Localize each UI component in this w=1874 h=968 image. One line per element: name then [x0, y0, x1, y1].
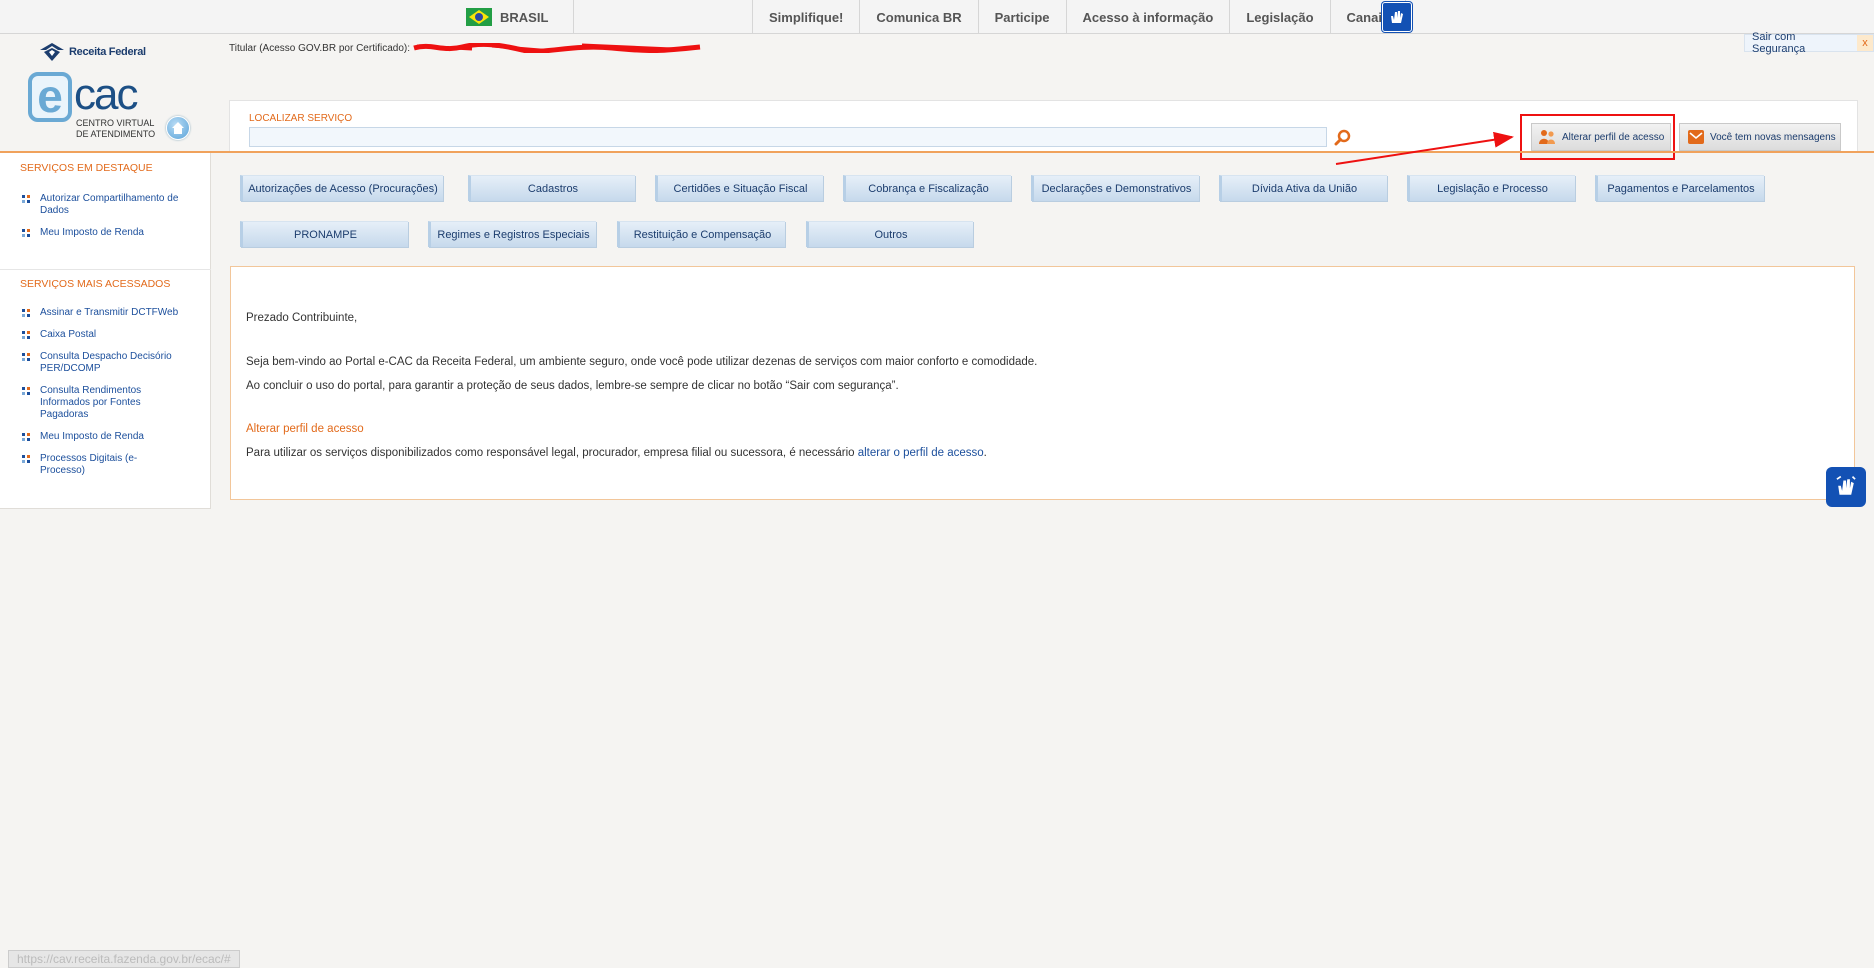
brazil-flag-icon	[466, 8, 492, 26]
sair-label: Sair com Segurança	[1752, 31, 1806, 55]
header-divider	[0, 151, 1874, 153]
sidebar-item-label: Meu Imposto de Renda	[40, 227, 144, 238]
sidebar-item-label: Consulta Despacho Decisório PER/DCOMP	[40, 351, 172, 374]
envelope-icon	[1688, 130, 1704, 144]
gov-link-participe[interactable]: Participe	[979, 0, 1067, 34]
novas-mensagens-label: Você tem novas mensagens	[1710, 131, 1836, 143]
sidebar-divider	[0, 269, 211, 270]
gov-links: Simplifique! Comunica BR Participe Acess…	[752, 0, 1407, 34]
brasil-link[interactable]: BRASIL	[466, 0, 574, 34]
receita-federal-logo[interactable]: Receita Federal	[38, 42, 146, 62]
close-icon[interactable]: x	[1857, 35, 1873, 51]
welcome-paragraph-2: Ao concluir o uso do portal, para garant…	[246, 380, 899, 392]
servicos-acessados-list: Assinar e Transmitir DCTFWeb Caixa Posta…	[22, 307, 182, 487]
annotation-highlight-box	[1520, 114, 1675, 160]
gov-link-acesso-informacao[interactable]: Acesso à informação	[1067, 0, 1231, 34]
tab-outros[interactable]: Outros	[806, 221, 973, 247]
tab-certidoes[interactable]: Certidões e Situação Fiscal	[655, 175, 823, 201]
service-bullet-icon	[22, 309, 30, 317]
sair-com-seguranca-button[interactable]: Sair com Segurança x	[1744, 31, 1874, 55]
sidebar-item-meu-imposto-de-renda-2[interactable]: Meu Imposto de Renda	[22, 431, 182, 443]
gov-link-legislacao[interactable]: Legislação	[1230, 0, 1331, 34]
sidebar-item-label: Consulta Rendimentos Informados por Font…	[40, 385, 142, 420]
sidebar-item-despacho-perdcomp[interactable]: Consulta Despacho Decisório PER/DCOMP	[22, 351, 182, 375]
tab-autorizacoes-acesso[interactable]: Autorizações de Acesso (Procurações)	[240, 175, 443, 201]
welcome-box: Prezado Contribuinte, Seja bem-vindo ao …	[230, 266, 1855, 500]
welcome-paragraph-3-end: .	[983, 447, 987, 459]
service-bullet-icon	[22, 455, 30, 463]
welcome-paragraph-3-text: Para utilizar os serviços disponibilizad…	[246, 447, 858, 459]
sidebar-item-rendimentos[interactable]: Consulta Rendimentos Informados por Font…	[22, 385, 182, 421]
govbr-top-bar: BRASIL Simplifique! Comunica BR Particip…	[0, 0, 1874, 34]
sidebar-item-label: Autorizar Compartilhamento de Dados	[40, 193, 179, 216]
sidebar-item-e-processo[interactable]: Processos Digitais (e-Processo)	[22, 453, 182, 477]
sidebar-item-dctfweb[interactable]: Assinar e Transmitir DCTFWeb	[22, 307, 182, 319]
tab-divida-ativa[interactable]: Dívida Ativa da União	[1219, 175, 1387, 201]
service-bullet-icon	[22, 387, 30, 395]
ecac-logo[interactable]: e cac CENTRO VIRTUAL DE ATENDIMENTO	[28, 72, 158, 140]
tab-regimes-registros[interactable]: Regimes e Registros Especiais	[428, 221, 596, 247]
sidebar-item-caixa-postal[interactable]: Caixa Postal	[22, 329, 182, 341]
servicos-destaque-title: SERVIÇOS EM DESTAQUE	[20, 162, 153, 174]
ecac-logo-cac: cac	[74, 70, 139, 119]
magnifier-icon[interactable]	[1334, 129, 1352, 147]
ecac-logo-e: e	[28, 72, 72, 122]
servicos-acessados-title: SERVIÇOS MAIS ACESSADOS	[20, 278, 171, 290]
search-label: LOCALIZAR SERVIÇO	[249, 113, 353, 124]
service-bullet-icon	[22, 229, 30, 237]
sidebar-item-label: Caixa Postal	[40, 329, 97, 340]
hand-sign-language-icon[interactable]	[1382, 2, 1412, 32]
sidebar: SERVIÇOS EM DESTAQUE Autorizar Compartil…	[0, 153, 211, 509]
gov-link-comunica-br[interactable]: Comunica BR	[860, 0, 979, 34]
sidebar-item-label: Assinar e Transmitir DCTFWeb	[40, 307, 179, 318]
search-input[interactable]	[249, 127, 1327, 147]
welcome-greeting: Prezado Contribuinte,	[246, 312, 358, 324]
tab-pagamentos-parcelamentos[interactable]: Pagamentos e Parcelamentos	[1595, 175, 1764, 201]
tab-restituicao-compensacao[interactable]: Restituição e Compensação	[617, 221, 785, 247]
tab-legislacao-processo[interactable]: Legislação e Processo	[1407, 175, 1575, 201]
alterar-perfil-link-title[interactable]: Alterar perfil de acesso	[246, 423, 364, 435]
service-bullet-icon	[22, 331, 30, 339]
novas-mensagens-button[interactable]: Você tem novas mensagens	[1679, 123, 1841, 151]
redacted-name-scribble	[413, 43, 701, 53]
alterar-perfil-inline-link[interactable]: alterar o perfil de acesso	[858, 447, 984, 459]
sidebar-item-label: Processos Digitais (e-Processo)	[40, 453, 138, 476]
tab-cobranca-fiscalizacao[interactable]: Cobrança e Fiscalização	[843, 175, 1011, 201]
service-bullet-icon	[22, 353, 30, 361]
sidebar-item-autorizar-compartilhamento[interactable]: Autorizar Compartilhamento de Dados	[22, 193, 182, 217]
tab-pronampe[interactable]: PRONAMPE	[240, 221, 408, 247]
receita-federal-text: Receita Federal	[69, 46, 146, 58]
titular-label: Titular (Acesso GOV.BR por Certificado):	[229, 43, 410, 54]
gov-link-simplifique[interactable]: Simplifique!	[752, 0, 861, 34]
home-icon[interactable]	[166, 116, 190, 140]
receita-federal-emblem-icon	[40, 43, 64, 61]
welcome-paragraph-1: Seja bem-vindo ao Portal e-CAC da Receit…	[246, 356, 1038, 368]
servicos-destaque-list: Autorizar Compartilhamento de Dados Meu …	[22, 193, 182, 249]
vlibras-widget-icon[interactable]	[1826, 467, 1866, 507]
service-bullet-icon	[22, 195, 30, 203]
browser-status-bar: https://cav.receita.fazenda.gov.br/ecac/…	[8, 950, 240, 968]
sidebar-item-label: Meu Imposto de Renda	[40, 431, 144, 442]
tab-cadastros[interactable]: Cadastros	[468, 175, 635, 201]
welcome-paragraph-3: Para utilizar os serviços disponibilizad…	[246, 447, 987, 459]
brasil-label: BRASIL	[500, 9, 549, 25]
status-url: https://cav.receita.fazenda.gov.br/ecac/…	[17, 952, 231, 966]
tab-declaracoes[interactable]: Declarações e Demonstrativos	[1031, 175, 1199, 201]
service-bullet-icon	[22, 433, 30, 441]
ecac-logo-subtitle: CENTRO VIRTUAL DE ATENDIMENTO	[76, 118, 156, 139]
sidebar-item-meu-imposto-de-renda[interactable]: Meu Imposto de Renda	[22, 227, 182, 239]
